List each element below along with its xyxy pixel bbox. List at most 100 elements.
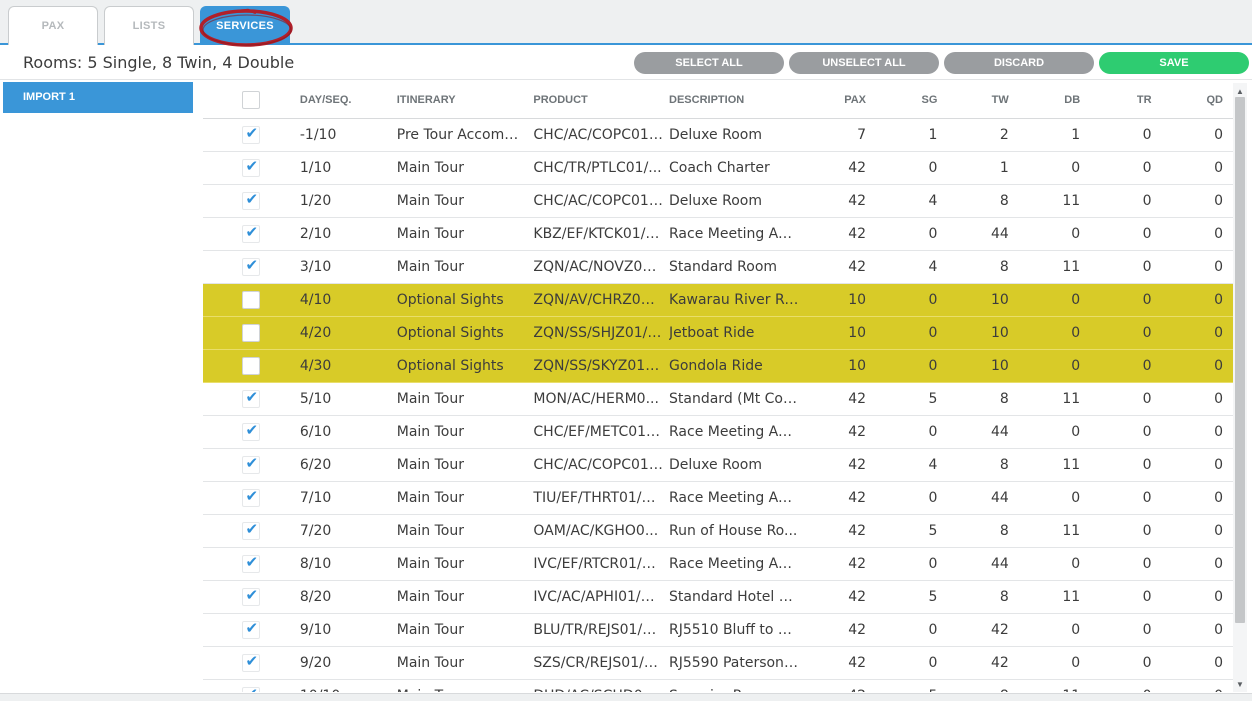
cell-qd: 0 xyxy=(1161,646,1233,680)
cell-pax: 42 xyxy=(804,415,877,449)
column-header-description[interactable]: DESCRIPTION xyxy=(669,83,805,119)
cell-sg: 0 xyxy=(876,316,948,350)
table-row[interactable]: ✔ 5/10 Main Tour MON/AC/HERM0... Standard (M… xyxy=(203,382,1233,416)
row-checkbox[interactable]: ✔ xyxy=(242,553,261,573)
scroll-up-arrow-icon[interactable]: ▲ xyxy=(1233,87,1247,97)
cell-product: CHC/EF/METC01/... xyxy=(533,415,670,449)
cell-pax: 10 xyxy=(804,316,877,350)
save-button[interactable]: SAVE xyxy=(1099,52,1249,74)
column-header-day-seq[interactable]: DAY/SEQ. xyxy=(299,83,397,119)
cell-tr: 0 xyxy=(1090,415,1162,449)
cell-qd: 0 xyxy=(1161,217,1233,251)
cell-pax: 42 xyxy=(804,646,877,680)
row-checkbox[interactable]: ✔ xyxy=(242,157,261,177)
cell-description: Superior Room xyxy=(669,679,805,692)
table-row[interactable]: ✔ -1/10 Pre Tour Accomm... CHC/AC/COPC01/..… xyxy=(203,118,1233,152)
row-checkbox[interactable]: ✔ xyxy=(242,520,261,540)
cell-qd: 0 xyxy=(1161,514,1233,548)
cell-tr: 0 xyxy=(1090,250,1162,284)
cell-db: 11 xyxy=(1018,514,1091,548)
row-checkbox[interactable]: ✔ xyxy=(242,487,261,507)
select-all-button[interactable]: SELECT ALL xyxy=(634,52,784,74)
table-row[interactable]: ✔ 9/20 Main Tour SZS/CR/REJS01/P... RJ5590 P… xyxy=(203,646,1233,680)
header-select-checkbox[interactable] xyxy=(242,91,261,110)
cell-qd: 0 xyxy=(1161,679,1233,692)
column-header-pax[interactable]: PAX xyxy=(804,83,877,119)
row-checkbox[interactable]: ✔ xyxy=(242,124,261,144)
cell-description: Jetboat Ride xyxy=(669,316,805,350)
column-header-product[interactable]: PRODUCT xyxy=(533,83,670,119)
tab-pax[interactable]: PAX xyxy=(8,6,98,45)
row-checkbox[interactable] xyxy=(242,323,261,342)
row-checkbox[interactable]: ✔ xyxy=(242,255,261,276)
cell-sg: 4 xyxy=(876,250,948,284)
cell-db: 0 xyxy=(1018,547,1091,581)
cell-description: Kawarau River Ra... xyxy=(669,283,805,317)
column-header-db[interactable]: DB xyxy=(1018,83,1091,119)
table-row[interactable]: ✔ 9/10 Main Tour BLU/TR/REJS01/S... RJ5510 B… xyxy=(203,613,1233,647)
row-checkbox[interactable]: ✔ xyxy=(242,190,261,210)
table-row[interactable]: ✔ 10/10Main TourDUD/AC/SCHD01...Superior … xyxy=(203,679,1233,692)
cell-itinerary: Optional Sights xyxy=(396,316,534,350)
discard-button[interactable]: DISCARD xyxy=(944,52,1094,74)
row-checkbox[interactable]: ✔ xyxy=(242,652,261,672)
row-checkbox[interactable]: ✔ xyxy=(242,223,261,243)
table-row[interactable]: ✔ 1/10 Main Tour CHC/TR/PTLC01/... Coach Cha… xyxy=(203,151,1233,185)
row-checkbox[interactable]: ✔ xyxy=(242,388,261,408)
row-checkbox[interactable]: ✔ xyxy=(242,454,261,474)
row-checkbox[interactable]: ✔ xyxy=(242,421,261,441)
table-row[interactable]: ✔ 6/20 Main Tour CHC/AC/COPC01/... Deluxe Ro… xyxy=(203,448,1233,482)
unselect-all-button[interactable]: UNSELECT ALL xyxy=(789,52,939,74)
column-header-sg[interactable]: SG xyxy=(876,83,948,119)
table-row[interactable]: ✔ 8/10 Main Tour IVC/EF/RTCR01/A... Race Mee… xyxy=(203,547,1233,581)
table-row[interactable]: ✔ 1/20 Main Tour CHC/AC/COPC01/... Deluxe Ro… xyxy=(203,184,1233,218)
cell-day-seq: 6/10 xyxy=(299,415,397,449)
header-divider xyxy=(0,79,1252,80)
cell-itinerary: Main Tour xyxy=(396,448,534,482)
column-header-qd[interactable]: QD xyxy=(1161,83,1233,119)
table-row[interactable]: ✔ 7/20 Main Tour OAM/AC/KGHO0... Run of Hous… xyxy=(203,514,1233,548)
table-row[interactable]: 4/30 Optional Sights ZQN/SS/SKYZ01/... Gond… xyxy=(203,349,1233,383)
cell-tr: 0 xyxy=(1090,382,1162,416)
table-row[interactable]: ✔ 7/10 Main Tour TIU/EF/THRT01/A... Race Mee… xyxy=(203,481,1233,515)
grid-scrollbar[interactable]: ▲ ▼ xyxy=(1233,83,1247,692)
row-checkbox[interactable]: ✔ xyxy=(242,586,261,606)
checkmark-icon: ✔ xyxy=(245,255,259,274)
row-checkbox[interactable]: ✔ xyxy=(242,619,261,639)
cell-db: 0 xyxy=(1018,217,1091,251)
tab-services[interactable]: SERVICES xyxy=(200,6,290,45)
table-row[interactable]: ✔ 8/20 Main Tour IVC/AC/APHI01/R... Standard… xyxy=(203,580,1233,614)
cell-pax: 42 xyxy=(804,679,877,692)
cell-tr: 0 xyxy=(1090,547,1162,581)
row-checkbox-cell: ✔ xyxy=(203,679,300,692)
services-grid: DAY/SEQ. ITINERARY PRODUCT DESCRIPTION P… xyxy=(203,83,1233,692)
sidebar-item-import-1[interactable]: IMPORT 1 xyxy=(3,82,193,113)
cell-day-seq: 8/10 xyxy=(299,547,397,581)
table-row[interactable]: 4/20 Optional Sights ZQN/SS/SHJZ01/J... Jet… xyxy=(203,316,1233,350)
column-header-tw[interactable]: TW xyxy=(947,83,1019,119)
row-checkbox[interactable] xyxy=(242,356,261,375)
table-row[interactable]: ✔ 6/10 Main Tour CHC/EF/METC01/... Race Meet… xyxy=(203,415,1233,449)
row-checkbox-cell: ✔ xyxy=(203,481,300,515)
checkmark-icon: ✔ xyxy=(245,685,258,693)
cell-db: 0 xyxy=(1018,646,1091,680)
cell-tw: 8 xyxy=(947,382,1019,416)
column-header-tr[interactable]: TR xyxy=(1090,83,1162,119)
cell-sg: 0 xyxy=(876,349,948,383)
scroll-down-arrow-icon[interactable]: ▼ xyxy=(1233,680,1247,690)
app-window: PAX LISTS SERVICES Rooms: 5 Single, 8 Tw… xyxy=(0,0,1252,701)
cell-qd: 0 xyxy=(1161,184,1233,218)
table-row[interactable]: ✔ 3/10 Main Tour ZQN/AC/NOVZ01... Standard R… xyxy=(203,250,1233,284)
row-checkbox[interactable]: ✔ xyxy=(242,685,261,693)
tab-lists[interactable]: LISTS xyxy=(104,6,194,45)
cell-product: ZQN/AC/NOVZ01... xyxy=(533,250,670,284)
table-body: ✔ -1/10 Pre Tour Accomm... CHC/AC/COPC01/..… xyxy=(203,118,1233,692)
scrollbar-thumb[interactable] xyxy=(1235,97,1245,623)
column-header-itinerary[interactable]: ITINERARY xyxy=(396,83,534,119)
table-row[interactable]: 4/10 Optional Sights ZQN/AV/CHRZ01/... Kawa… xyxy=(203,283,1233,317)
table-row[interactable]: ✔ 2/10 Main Tour KBZ/EF/KTCK01/A... Race Mee… xyxy=(203,217,1233,251)
cell-tw: 10 xyxy=(947,283,1019,317)
cell-day-seq: 5/10 xyxy=(299,382,397,416)
cell-sg: 5 xyxy=(876,580,948,614)
row-checkbox[interactable] xyxy=(242,290,261,309)
